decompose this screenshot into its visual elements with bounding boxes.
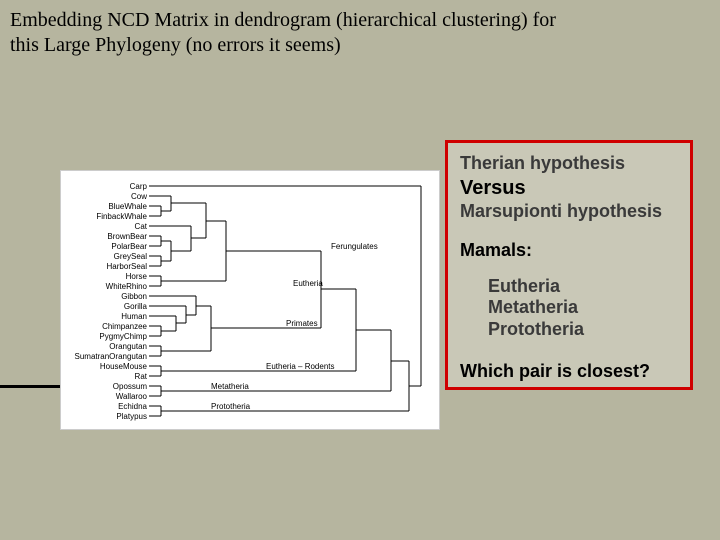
group-label-eutheria: Eutheria bbox=[293, 279, 323, 288]
group-label-ferungulates: Ferungulates bbox=[331, 242, 378, 251]
subgroup-prototheria: Prototheria bbox=[488, 319, 678, 341]
dendrogram-lines bbox=[149, 186, 421, 416]
species-label: Cat bbox=[135, 222, 148, 231]
species-label: Gibbon bbox=[121, 292, 147, 301]
mamals-heading: Mamals: bbox=[460, 240, 678, 262]
species-label: Echidna bbox=[118, 402, 147, 411]
species-label: GreySeal bbox=[114, 252, 148, 261]
group-label-eutheria-rodents: Eutheria – Rodents bbox=[266, 362, 335, 371]
species-label: Human bbox=[121, 312, 147, 321]
species-label: Chimpanzee bbox=[102, 322, 147, 331]
species-label: Gorilla bbox=[124, 302, 148, 311]
species-label: SumatranOrangutan bbox=[75, 352, 148, 361]
species-label: Opossum bbox=[113, 382, 148, 391]
dendrogram-figure: Carp Cow BlueWhale FinbackWhale Cat Brow… bbox=[60, 170, 440, 430]
species-label: HouseMouse bbox=[100, 362, 148, 371]
species-label: HarborSeal bbox=[107, 262, 148, 271]
species-labels: Carp Cow BlueWhale FinbackWhale Cat Brow… bbox=[75, 182, 148, 421]
species-label: WhiteRhino bbox=[106, 282, 148, 291]
species-label: Cow bbox=[131, 192, 147, 201]
versus-label: Versus bbox=[460, 176, 678, 200]
species-label: Wallaroo bbox=[116, 392, 148, 401]
species-label: Rat bbox=[135, 372, 148, 381]
species-label: Platypus bbox=[116, 412, 147, 421]
species-label: Horse bbox=[126, 272, 148, 281]
species-label: FinbackWhale bbox=[96, 212, 147, 221]
subgroup-metatheria: Metatheria bbox=[488, 297, 678, 319]
hypothesis-1: Therian hypothesis bbox=[460, 153, 678, 175]
species-label: PolarBear bbox=[111, 242, 147, 251]
group-label-metatheria: Metatheria bbox=[211, 382, 249, 391]
title-line-2: this Large Phylogeny (no errors it seems… bbox=[10, 34, 341, 56]
hypothesis-2: Marsupionti hypothesis bbox=[460, 201, 678, 223]
species-label: PygmyChimp bbox=[99, 332, 147, 341]
species-label: Carp bbox=[130, 182, 148, 191]
decorative-underline bbox=[0, 385, 68, 388]
title-line-1: Embedding NCD Matrix in dendrogram (hier… bbox=[10, 9, 556, 31]
closest-question: Which pair is closest? bbox=[460, 361, 678, 383]
species-label: Orangutan bbox=[109, 342, 147, 351]
group-label-primates: Primates bbox=[286, 319, 318, 328]
group-label-prototheria: Prototheria bbox=[211, 402, 251, 411]
subgroup-eutheria: Eutheria bbox=[488, 276, 678, 298]
species-label: BrownBear bbox=[107, 232, 147, 241]
species-label: BlueWhale bbox=[108, 202, 147, 211]
hypothesis-box: Therian hypothesis Versus Marsupionti hy… bbox=[445, 140, 693, 390]
slide-title: Embedding NCD Matrix in dendrogram (hier… bbox=[10, 8, 710, 58]
